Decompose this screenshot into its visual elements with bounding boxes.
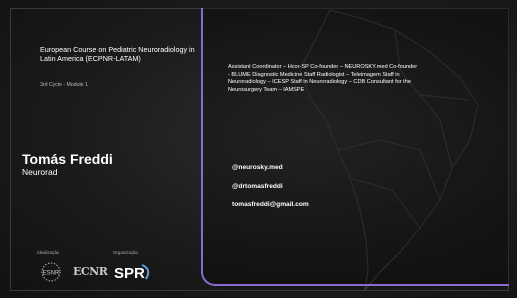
contact-instagram-personal[interactable]: @drtomasfreddi [232,183,283,190]
ecnr-logo: ECNR [73,265,108,278]
speaker-role: Neurorad [22,167,58,177]
spr-logo: SPR [114,264,150,282]
spr-logo-text: SPR [114,265,145,282]
esnr-logo-text: ESNR [43,271,60,277]
speaker-bio: Assistant Coordinator – Hcor-SP Co-found… [228,64,418,93]
organizacao-label: Organização [113,250,138,255]
esnr-logo: ESNR [41,262,61,282]
speaker-name: Tomás Freddi [22,151,113,167]
slide: European Course on Pediatric Neuroradiol… [0,0,517,298]
course-title: European Course on Pediatric Neuroradiol… [40,45,195,63]
realizacao-label: Idealização [37,250,60,255]
contact-instagram-neurosky[interactable]: @neurosky.med [232,164,283,171]
contact-email[interactable]: tomasfreddi@gmail.com [232,201,309,208]
course-subtitle: 3rd Cycle - Module 1 [40,82,88,88]
speaker-info-panel [201,8,509,286]
